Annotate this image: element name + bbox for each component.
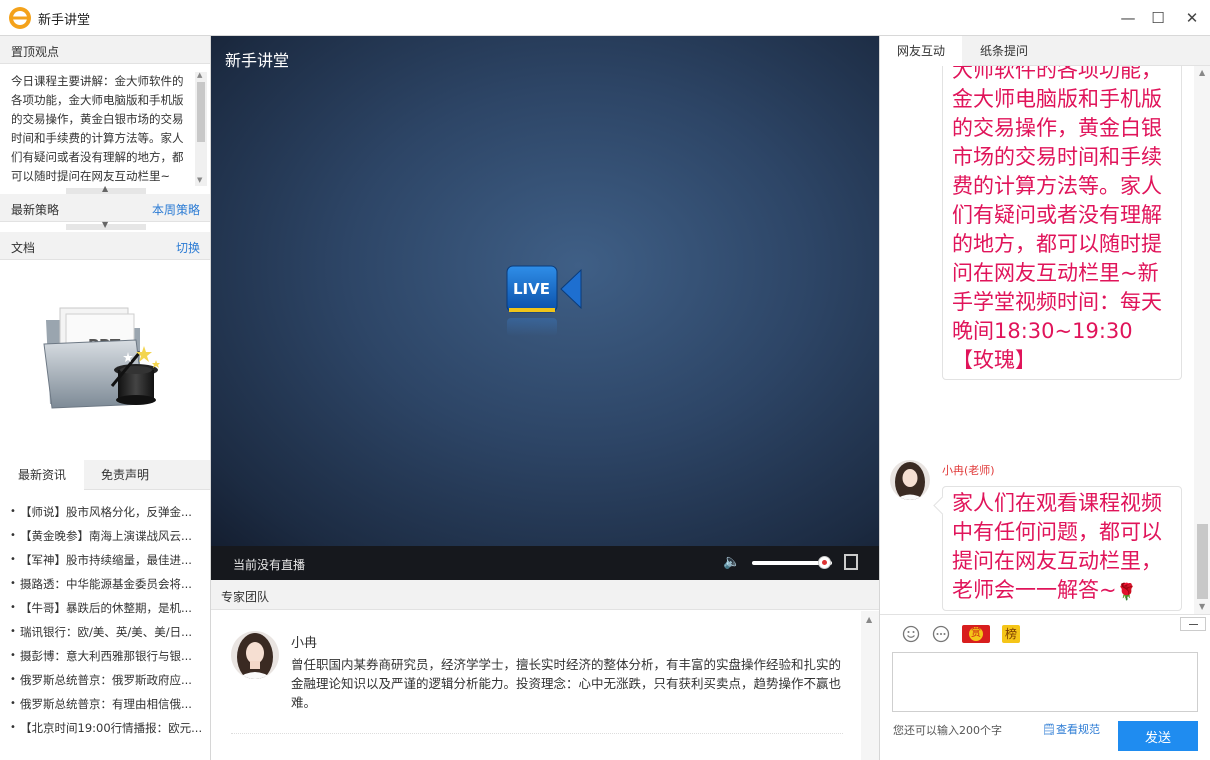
- chat-scrollbar[interactable]: ▲ ▼: [1194, 66, 1210, 614]
- news-item[interactable]: 摄路透：中华能源基金委员会将...: [0, 572, 205, 596]
- tab-disclaimer[interactable]: 免责声明: [84, 460, 166, 490]
- expert-team-heading: 专家团队: [221, 590, 270, 604]
- gift-icon[interactable]: 赏: [962, 625, 990, 643]
- scroll-up-icon[interactable]: ▲: [197, 71, 202, 79]
- maximize-button[interactable]: ☐: [1146, 6, 1170, 30]
- docs-switch-link[interactable]: 切换: [176, 239, 200, 256]
- scroll-up-icon[interactable]: ▲: [866, 615, 872, 624]
- title-bar: 新手讲堂 — ☐ ✕: [0, 0, 1210, 36]
- news-item[interactable]: 【军神】股市持续缩量，最佳进...: [0, 548, 205, 572]
- left-panel: 置顶观点 今日课程主要讲解：金大师软件的各项功能，金大师电脑版和手机版的交易操作…: [0, 36, 211, 760]
- volume-knob[interactable]: [817, 556, 831, 569]
- tab-questions[interactable]: 纸条提问: [962, 36, 1046, 66]
- tab-chat[interactable]: 网友互动: [880, 36, 962, 66]
- volume-icon[interactable]: 🔈: [723, 554, 740, 570]
- close-button[interactable]: ✕: [1180, 6, 1204, 30]
- app-logo-icon: [9, 7, 31, 29]
- tab-latest-news[interactable]: 最新资讯: [0, 460, 84, 490]
- news-item[interactable]: 【师说】股市风格分化，反弹金...: [0, 500, 205, 524]
- news-item[interactable]: 俄罗斯总统普京：俄罗斯政府应...: [0, 668, 205, 692]
- docs-header: 文档 切换: [0, 232, 210, 260]
- view-rules-link[interactable]: 🗒查看规范: [1042, 721, 1100, 737]
- svg-text:LIVE: LIVE: [513, 280, 550, 298]
- teacher-avatar[interactable]: [890, 460, 930, 500]
- news-item[interactable]: 俄罗斯总统普京：有理由相信俄...: [0, 692, 205, 716]
- scroll-down-icon[interactable]: ▼: [1199, 602, 1205, 611]
- expert-card: 小冉 曾任职国内某券商研究员，经济学学士，擅长实时经济的整体分析，有丰富的实盘操…: [211, 611, 861, 760]
- news-list: 【师说】股市风格分化，反弹金... 【黄金晚参】南海上演谍战风云... 【军神】…: [0, 500, 210, 740]
- scroll-thumb[interactable]: [197, 82, 205, 142]
- scroll-down-icon[interactable]: ▼: [197, 176, 202, 184]
- ranking-icon[interactable]: 榜: [1002, 625, 1020, 643]
- message-bubble: 家人们在观看课程视频中有任何问题，都可以提问在网友互动栏里，老师会一一解答~🌹: [942, 486, 1182, 611]
- news-item[interactable]: 【牛哥】暴跌后的休整期，是机...: [0, 596, 205, 620]
- expert-name: 小冉: [291, 636, 318, 651]
- fullscreen-icon[interactable]: [844, 554, 858, 570]
- news-tabs: 最新资讯 免责声明: [0, 460, 210, 490]
- scroll-thumb[interactable]: [1197, 524, 1208, 599]
- news-item[interactable]: 【北京时间19:00行情播报：欧元...: [0, 716, 205, 740]
- expert-team-header: 专家团队: [211, 580, 879, 610]
- video-title: 新手讲堂: [225, 51, 290, 70]
- news-item[interactable]: 摄彭博：意大利西雅那银行与银...: [0, 644, 205, 668]
- docs-heading: 文档: [11, 241, 36, 255]
- expert-avatar[interactable]: [231, 631, 279, 679]
- divider: [231, 733, 843, 734]
- chat-messages: 今日课程主要讲解：金大师软件的各项功能，金大师电脑版和手机版的交易操作，黄金白银…: [880, 66, 1194, 614]
- strategy-collapse-handle[interactable]: ▼: [66, 220, 146, 230]
- strategy-header: 最新策略 本周策略: [0, 194, 210, 222]
- message-bubble: 今日课程主要讲解：金大师软件的各项功能，金大师电脑版和手机版的交易操作，黄金白银…: [942, 66, 1182, 380]
- chat-toolbar: 赏 榜: [880, 614, 1210, 652]
- ppt-folder-icon: PPT: [43, 307, 160, 409]
- view-rules-label: 查看规范: [1055, 723, 1100, 736]
- message-sender: 小冉(老师): [942, 464, 995, 477]
- send-button[interactable]: 发送: [1118, 721, 1198, 751]
- expert-description: 曾任职国内某券商研究员，经济学学士，擅长实时经济的整体分析，有丰富的实盘操作经验…: [291, 657, 842, 710]
- pinned-header: 置顶观点: [0, 36, 210, 64]
- live-icon: LIVE: [506, 265, 582, 336]
- chat-input[interactable]: [892, 652, 1198, 712]
- chevron-down-icon: ▼: [102, 220, 109, 229]
- window-title: 新手讲堂: [38, 13, 91, 28]
- chat-tabs: 网友互动 纸条提问: [880, 36, 1210, 66]
- char-count: 您还可以输入200个字: [893, 724, 1002, 737]
- collapse-button[interactable]: [1180, 617, 1206, 631]
- pinned-scrollbar[interactable]: ▲ ▼: [195, 71, 207, 186]
- video-control-bar: 当前没有直播 🔈: [211, 546, 879, 580]
- news-item[interactable]: 【黄金晚参】南海上演谍战风云...: [0, 524, 205, 548]
- pinned-heading: 置顶观点: [11, 45, 60, 59]
- document-icon: 🗒: [1042, 723, 1056, 736]
- weekly-strategy-link[interactable]: 本周策略: [152, 201, 200, 218]
- right-panel: 网友互动 纸条提问 今日课程主要讲解：金大师软件的各项功能，金大师电脑版和手机版…: [879, 36, 1210, 760]
- chevron-up-icon: ▲: [102, 184, 109, 193]
- expert-scrollbar[interactable]: ▲: [861, 611, 879, 760]
- live-status: 当前没有直播: [233, 558, 306, 572]
- emoji-icon[interactable]: [902, 625, 920, 643]
- rose-emoji-icon: 🌹: [1116, 582, 1137, 601]
- more-icon[interactable]: [932, 625, 950, 643]
- video-player[interactable]: 新手讲堂 LIVE: [211, 36, 879, 546]
- news-item[interactable]: 瑞讯银行：欧/美、英/美、美/日...: [0, 620, 205, 644]
- scroll-up-icon[interactable]: ▲: [1199, 68, 1205, 77]
- minimize-button[interactable]: —: [1116, 6, 1140, 30]
- pinned-text: 今日课程主要讲解：金大师软件的各项功能，金大师电脑版和手机版的交易操作，黄金白银…: [11, 74, 184, 183]
- document-viewer[interactable]: PPT: [0, 260, 210, 460]
- message-text: 今日课程主要讲解：金大师软件的各项功能，金大师电脑版和手机版的交易操作，黄金白银…: [952, 66, 1162, 372]
- strategy-heading: 最新策略: [11, 203, 60, 217]
